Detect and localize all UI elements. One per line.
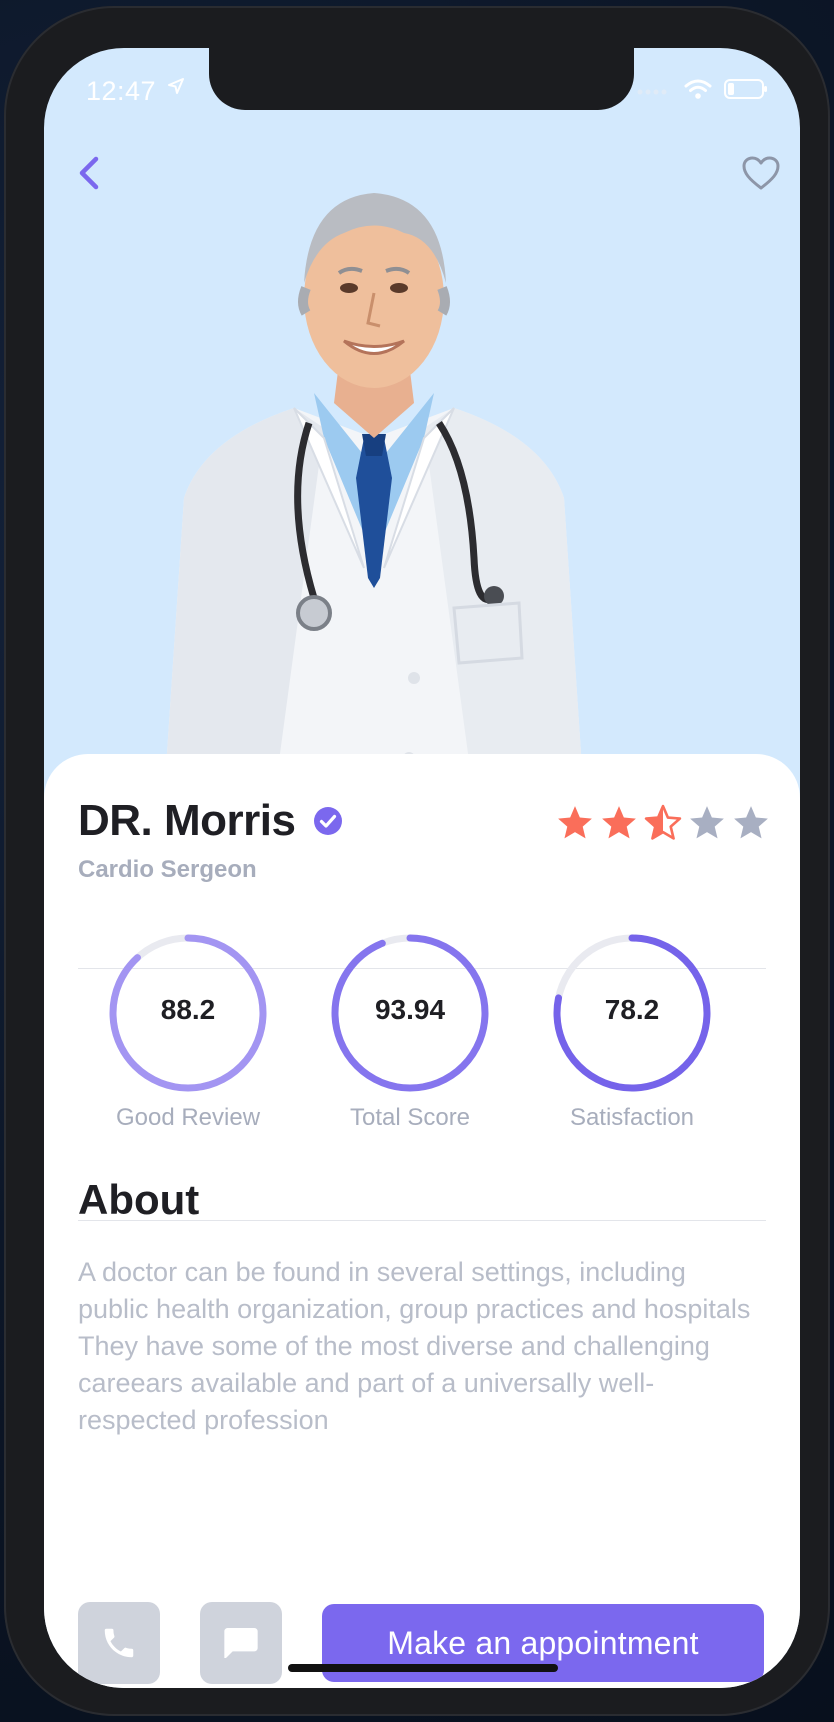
stat-label: Satisfaction (569, 1104, 695, 1131)
about-text: A doctor can be found in several setting… (78, 1257, 751, 1435)
name-row: DR. Morris (78, 796, 343, 846)
app-screen: 12:47 DR. Morris Cardio Sergeon 88.2 Goo… (44, 48, 800, 1688)
chat-icon (224, 1628, 258, 1658)
wifi-icon (684, 78, 712, 100)
back-button[interactable] (64, 148, 114, 198)
phone-icon (104, 1628, 134, 1658)
battery-icon (724, 78, 768, 100)
doctor-name: DR. Morris (78, 796, 296, 845)
verified-check-icon (314, 807, 343, 835)
about-title: About (78, 1176, 200, 1223)
status-time: 12:47 (86, 76, 157, 106)
device-notch (209, 48, 634, 110)
star-half-icon (644, 804, 682, 840)
home-indicator (288, 1664, 558, 1672)
stat-total-score: 93.94 Total Score (300, 932, 520, 1132)
heart-outline-icon (742, 156, 780, 190)
stat-label: Good Review (115, 1104, 261, 1131)
star-full-icon (558, 806, 592, 839)
message-button[interactable] (200, 1602, 282, 1684)
status-icons (636, 78, 768, 100)
stat-value: 78.2 (604, 994, 660, 1025)
doctor-specialty: Cardio Sergeon (78, 856, 257, 883)
doctor-info-card: DR. Morris Cardio Sergeon 88.2 Good Revi… (44, 754, 800, 1688)
favorite-button[interactable] (736, 148, 786, 198)
star-empty-icon (690, 806, 724, 839)
stat-value: 93.94 (374, 994, 446, 1025)
signal-icon (636, 82, 672, 96)
phone-frame: 12:47 DR. Morris Cardio Sergeon 88.2 Goo… (4, 6, 830, 1716)
doctor-photo (164, 193, 584, 798)
star-full-icon (602, 806, 636, 839)
stat-satisfaction: 78.2 Satisfaction (522, 932, 742, 1132)
stats-row: 88.2 Good Review 93.94 Total Score 78.2 … (78, 932, 766, 1142)
stat-value: 88.2 (160, 994, 216, 1025)
stat-good-review: 88.2 Good Review (78, 932, 298, 1132)
call-button[interactable] (78, 1602, 160, 1684)
chevron-left-icon (79, 156, 99, 190)
location-arrow-icon (166, 76, 186, 102)
star-rating (556, 804, 770, 842)
star-empty-icon (734, 806, 768, 839)
stat-label: Total Score (349, 1104, 471, 1131)
